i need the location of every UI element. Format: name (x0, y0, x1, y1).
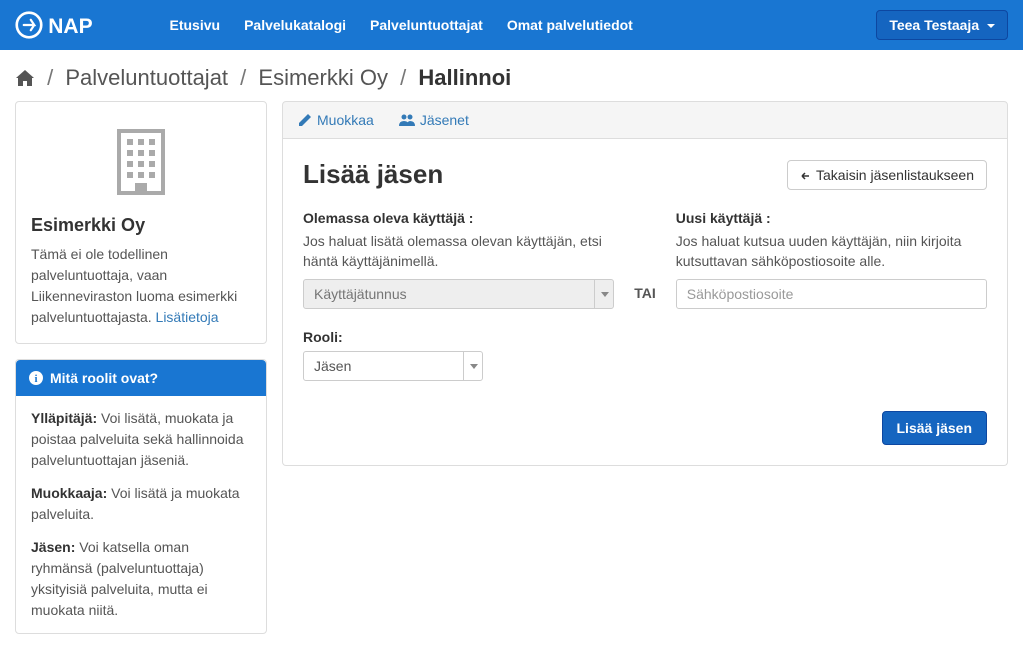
nap-logo-icon: NAP (15, 11, 138, 39)
arrow-left-icon (800, 171, 810, 181)
existing-user-label: Olemassa oleva käyttäjä : (303, 210, 614, 226)
brand-logo[interactable]: NAP (15, 11, 138, 39)
role-section: Rooli: (303, 329, 987, 381)
breadcrumb-esimerkki-oy[interactable]: Esimerkki Oy (258, 65, 388, 90)
user-menu-button[interactable]: Teea Testaaja (876, 10, 1008, 40)
caret-down-icon (987, 24, 995, 28)
navbar: NAP Etusivu Palvelukatalogi Palveluntuot… (0, 0, 1023, 50)
nav-link-omat-palvelutiedot[interactable]: Omat palvelutiedot (495, 2, 645, 48)
existing-user-help: Jos haluat lisätä olemassa olevan käyttä… (303, 232, 614, 271)
tab-edit-label: Muokkaa (317, 112, 374, 128)
nav-links: Etusivu Palvelukatalogi Palveluntuottaja… (158, 2, 645, 48)
tab-members[interactable]: Jäsenet (399, 112, 469, 128)
new-user-help: Jos haluat kutsua uuden käyttäjän, niin … (676, 232, 987, 271)
tab-edit[interactable]: Muokkaa (298, 112, 374, 128)
pencil-icon (298, 113, 312, 127)
org-name: Esimerkki Oy (31, 215, 251, 236)
breadcrumb: / Palveluntuottajat / Esimerkki Oy / Hal… (15, 65, 1008, 91)
role-item-admin: Ylläpitäjä: Voi lisätä, muokata ja poist… (31, 408, 251, 471)
main-content: Muokkaa Jäsenet Lisää jäsen Takaisin jäs… (282, 101, 1008, 649)
tab-members-label: Jäsenet (420, 112, 469, 128)
add-member-button[interactable]: Lisää jäsen (882, 411, 988, 445)
svg-text:i: i (34, 373, 37, 385)
new-user-section: Uusi käyttäjä : Jos haluat kutsua uuden … (676, 210, 987, 309)
or-divider: TAI (634, 285, 656, 309)
roles-panel: i Mitä roolit ovat? Ylläpitäjä: Voi lisä… (15, 359, 267, 634)
new-user-label: Uusi käyttäjä : (676, 210, 987, 226)
role-item-editor: Muokkaaja: Voi lisätä ja muokata palvelu… (31, 483, 251, 525)
org-description: Tämä ei ole todellinen palveluntuottaja,… (31, 244, 251, 328)
svg-text:NAP: NAP (48, 15, 92, 38)
roles-title: Mitä roolit ovat? (50, 370, 158, 386)
breadcrumb-row: / Palveluntuottajat / Esimerkki Oy / Hal… (0, 50, 1023, 101)
users-icon (399, 113, 415, 127)
role-item-member: Jäsen: Voi katsella oman ryhmänsä (palve… (31, 537, 251, 621)
page-title: Lisää jäsen (303, 159, 443, 190)
role-select[interactable] (303, 351, 483, 381)
email-field[interactable] (676, 279, 987, 309)
username-select[interactable] (303, 279, 614, 309)
back-button[interactable]: Takaisin jäsenlistaukseen (787, 160, 987, 190)
breadcrumb-palveluntuottajat[interactable]: Palveluntuottajat (65, 65, 228, 90)
role-label: Rooli: (303, 329, 987, 345)
org-panel: Esimerkki Oy Tämä ei ole todellinen palv… (15, 101, 267, 344)
breadcrumb-home[interactable] (15, 65, 41, 90)
tabs: Muokkaa Jäsenet (282, 101, 1008, 139)
nav-link-etusivu[interactable]: Etusivu (158, 2, 233, 48)
info-icon: i (28, 370, 44, 386)
nav-link-palveluntuottajat[interactable]: Palveluntuottajat (358, 2, 495, 48)
sidebar: Esimerkki Oy Tämä ei ole todellinen palv… (15, 101, 267, 649)
nav-link-palvelukatalogi[interactable]: Palvelukatalogi (232, 2, 358, 48)
home-icon (15, 69, 35, 87)
roles-header: i Mitä roolit ovat? (16, 360, 266, 396)
user-name: Teea Testaaja (889, 17, 979, 33)
more-info-link[interactable]: Lisätietoja (156, 309, 219, 325)
building-icon (111, 127, 171, 197)
breadcrumb-current: Hallinnoi (418, 65, 511, 90)
back-button-label: Takaisin jäsenlistaukseen (816, 167, 974, 183)
existing-user-section: Olemassa oleva käyttäjä : Jos haluat lis… (303, 210, 614, 309)
